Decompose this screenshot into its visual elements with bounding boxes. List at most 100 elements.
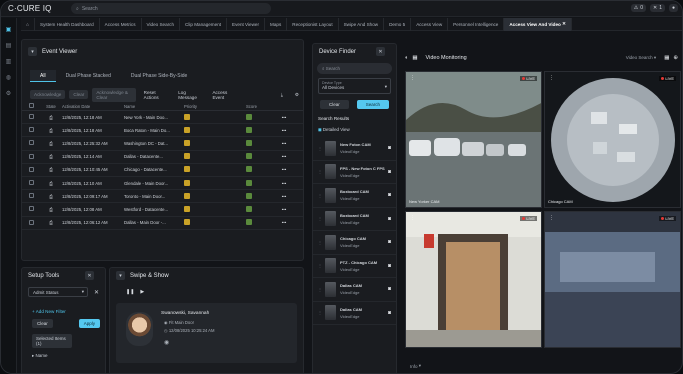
row-checkbox[interactable] xyxy=(29,153,34,159)
camera-icon[interactable]: ◙ xyxy=(388,216,391,222)
user-menu[interactable]: ● xyxy=(668,4,678,12)
row-checkbox[interactable] xyxy=(29,193,34,199)
close-icon[interactable]: ✕ xyxy=(85,271,94,280)
tab-access-metrics[interactable]: Access Metrics xyxy=(100,17,142,31)
camera-icon[interactable]: ◙ xyxy=(388,145,391,151)
tab-dual-stacked[interactable]: Dual Phase Stacked xyxy=(56,70,121,82)
row-menu-icon[interactable]: ••• xyxy=(274,181,294,186)
clear-button[interactable]: Clear xyxy=(32,319,53,328)
log-message-button[interactable]: Log Message xyxy=(174,90,204,100)
camera-icon[interactable]: ◙ xyxy=(388,286,391,292)
list-item[interactable]: ⋮ Boxboard CAM VideoEdge ◙ xyxy=(313,184,396,208)
row-menu-icon[interactable]: ••• xyxy=(274,207,294,212)
video-tile-4[interactable]: ⋮ LIVE xyxy=(544,211,681,348)
tab-maps[interactable]: Maps xyxy=(265,17,288,31)
layout-icon[interactable]: ◐ xyxy=(405,55,408,61)
table-row[interactable]: ⎙ 12/8/2025, 12:18 AM Boca Raton - Main Do… xyxy=(22,124,303,138)
tab-receptionist[interactable]: Receptionist Layout xyxy=(287,17,339,31)
col-priority[interactable]: Priority xyxy=(184,104,246,109)
drag-handle-icon[interactable]: ⋮ xyxy=(318,240,322,245)
table-row[interactable]: ⎙ 12/8/2025, 12:10:45 AM Chicago - Datacen… xyxy=(22,164,303,177)
doc-icon[interactable]: ▥ xyxy=(6,58,12,65)
row-menu-icon[interactable]: ••• xyxy=(274,220,294,225)
swipe-card[interactable]: Swanowski, Savannah ◉ Fit Main Door ◷ 12… xyxy=(116,303,297,363)
col-state[interactable]: State xyxy=(40,104,62,109)
row-checkbox[interactable] xyxy=(29,166,34,172)
add-filter-link[interactable]: + Add New Filter xyxy=(32,309,105,314)
device-search-input[interactable]: ⌕ Search xyxy=(317,63,392,74)
row-menu-icon[interactable]: ••• xyxy=(274,141,294,146)
drag-handle-icon[interactable]: ⋮ xyxy=(318,146,322,151)
view-icon[interactable]: ◉ xyxy=(164,339,169,346)
settings-icon[interactable]: ⚙ xyxy=(6,90,11,97)
tab-personnel-intel[interactable]: Personnel Intelligence xyxy=(448,17,505,31)
tab-swipe-show[interactable]: Swipe And Show xyxy=(339,17,385,31)
camera-icon[interactable]: ◙ xyxy=(388,239,391,245)
tile-menu-icon[interactable]: ⋮ xyxy=(549,75,554,81)
row-checkbox[interactable] xyxy=(29,114,34,120)
download-icon[interactable]: ⤓ xyxy=(277,92,287,97)
add-icon[interactable]: ⊕ xyxy=(673,55,678,61)
acknowledge-button[interactable]: Acknowledge xyxy=(30,90,66,99)
tab-system-health[interactable]: System Health Dashboard xyxy=(35,17,100,31)
tab-all[interactable]: All xyxy=(30,70,56,82)
drag-handle-icon[interactable]: ⋮ xyxy=(318,310,322,315)
tile-menu-icon[interactable]: ⋮ xyxy=(549,215,554,221)
list-item[interactable]: ⋮ New Foton CAM VideoEdge ◙ xyxy=(313,137,396,161)
tab-demo5[interactable]: Demo 5 xyxy=(384,17,412,31)
detailed-view-toggle[interactable]: ◼ Detailed View xyxy=(318,127,396,133)
pause-icon[interactable]: ❚❚ xyxy=(126,289,134,295)
col-name[interactable]: Name xyxy=(124,104,184,109)
row-menu-icon[interactable]: ••• xyxy=(274,128,294,133)
video-tile-1[interactable]: ⋮ LIVE New Yorker CAM xyxy=(405,71,542,208)
message-counter[interactable]: ✕ 1 xyxy=(649,4,665,12)
video-search-dropdown[interactable]: Video Search ▾ xyxy=(626,55,656,61)
camera-icon[interactable]: ◙ xyxy=(388,192,391,198)
row-menu-icon[interactable]: ••• xyxy=(274,154,294,159)
table-row[interactable]: ⎙ 12/8/2025, 12:08 AM Westford - Datacente… xyxy=(22,203,303,217)
selected-items[interactable]: Selected Items (1) xyxy=(32,334,72,348)
row-menu-icon[interactable]: ••• xyxy=(274,194,294,199)
row-checkbox[interactable] xyxy=(29,140,34,146)
list-item[interactable]: ⋮ FPS - New Foton C FPS VideoEdge ◙ xyxy=(313,161,396,184)
monitor-icon[interactable]: ▤ xyxy=(6,42,12,49)
dashboard-icon[interactable]: ▣ xyxy=(6,26,12,33)
drag-handle-icon[interactable]: ⋮ xyxy=(318,287,322,292)
settings-icon[interactable]: ⚙ xyxy=(291,92,303,98)
global-search-input[interactable]: ⌕ Search xyxy=(71,3,271,14)
list-item[interactable]: ⋮ Boxboard CAM VideoEdge ◙ xyxy=(313,208,396,231)
close-icon[interactable]: ✕ xyxy=(562,21,566,27)
list-item[interactable]: ⋮ PTZ - Chicago CAM VideoEdge ◙ xyxy=(313,255,396,278)
tile-menu-icon[interactable]: ⋮ xyxy=(410,75,415,81)
tab-event-viewer[interactable]: Event Viewer xyxy=(227,17,266,31)
access-event-button[interactable]: Access Event xyxy=(208,90,238,100)
device-type-select[interactable]: Device Type All Devices ▾ xyxy=(318,78,391,94)
table-row[interactable]: ⎙ 12/8/2025, 12:18 AM New York - Main Doo.… xyxy=(22,111,303,125)
table-row[interactable]: ⎙ 12/8/2025, 12:10 AM Glendale - Main Door… xyxy=(22,177,303,191)
select-all-checkbox[interactable] xyxy=(29,103,34,108)
tab-access-view[interactable]: Access View xyxy=(411,17,449,31)
panel-menu-icon[interactable]: ▾ xyxy=(116,271,125,280)
drag-handle-icon[interactable]: ⋮ xyxy=(318,193,322,198)
tab-access-view-video[interactable]: Access View And Video ✕ xyxy=(504,17,572,31)
table-row[interactable]: ⎙ 12/8/2025, 12:09:17 AM Toronto - Main Do… xyxy=(22,190,303,204)
apply-button[interactable]: Apply xyxy=(78,319,101,328)
name-filter[interactable]: ▸ Name xyxy=(32,353,105,359)
drag-handle-icon[interactable]: ⋮ xyxy=(318,169,322,174)
panel-menu-icon[interactable]: ▾ xyxy=(28,47,37,56)
tab-clip-management[interactable]: Clip Management xyxy=(180,17,228,31)
camera-icon[interactable]: ◙ xyxy=(388,169,391,175)
reset-actions-button[interactable]: Reset Actions xyxy=(140,90,171,100)
list-item[interactable]: ⋮ Chicago CAM VideoEdge ◙ xyxy=(313,231,396,255)
row-checkbox[interactable] xyxy=(29,127,34,133)
home-tab[interactable]: ⌂ xyxy=(21,17,35,31)
row-checkbox[interactable] xyxy=(29,180,34,186)
grid-icon[interactable]: ▦ xyxy=(412,55,417,61)
tab-dual-side[interactable]: Dual Phase Side-By-Side xyxy=(121,70,197,82)
row-checkbox[interactable] xyxy=(29,206,34,212)
alarm-counter[interactable]: ⚠ 0 xyxy=(630,4,646,12)
row-menu-icon[interactable]: ••• xyxy=(274,167,294,172)
video-tile-2[interactable]: ⋮ LIVE Chicago CAM xyxy=(544,71,681,208)
video-tile-3[interactable]: ⋮ LIVE xyxy=(405,211,542,348)
drag-handle-icon[interactable]: ⋮ xyxy=(318,263,322,268)
